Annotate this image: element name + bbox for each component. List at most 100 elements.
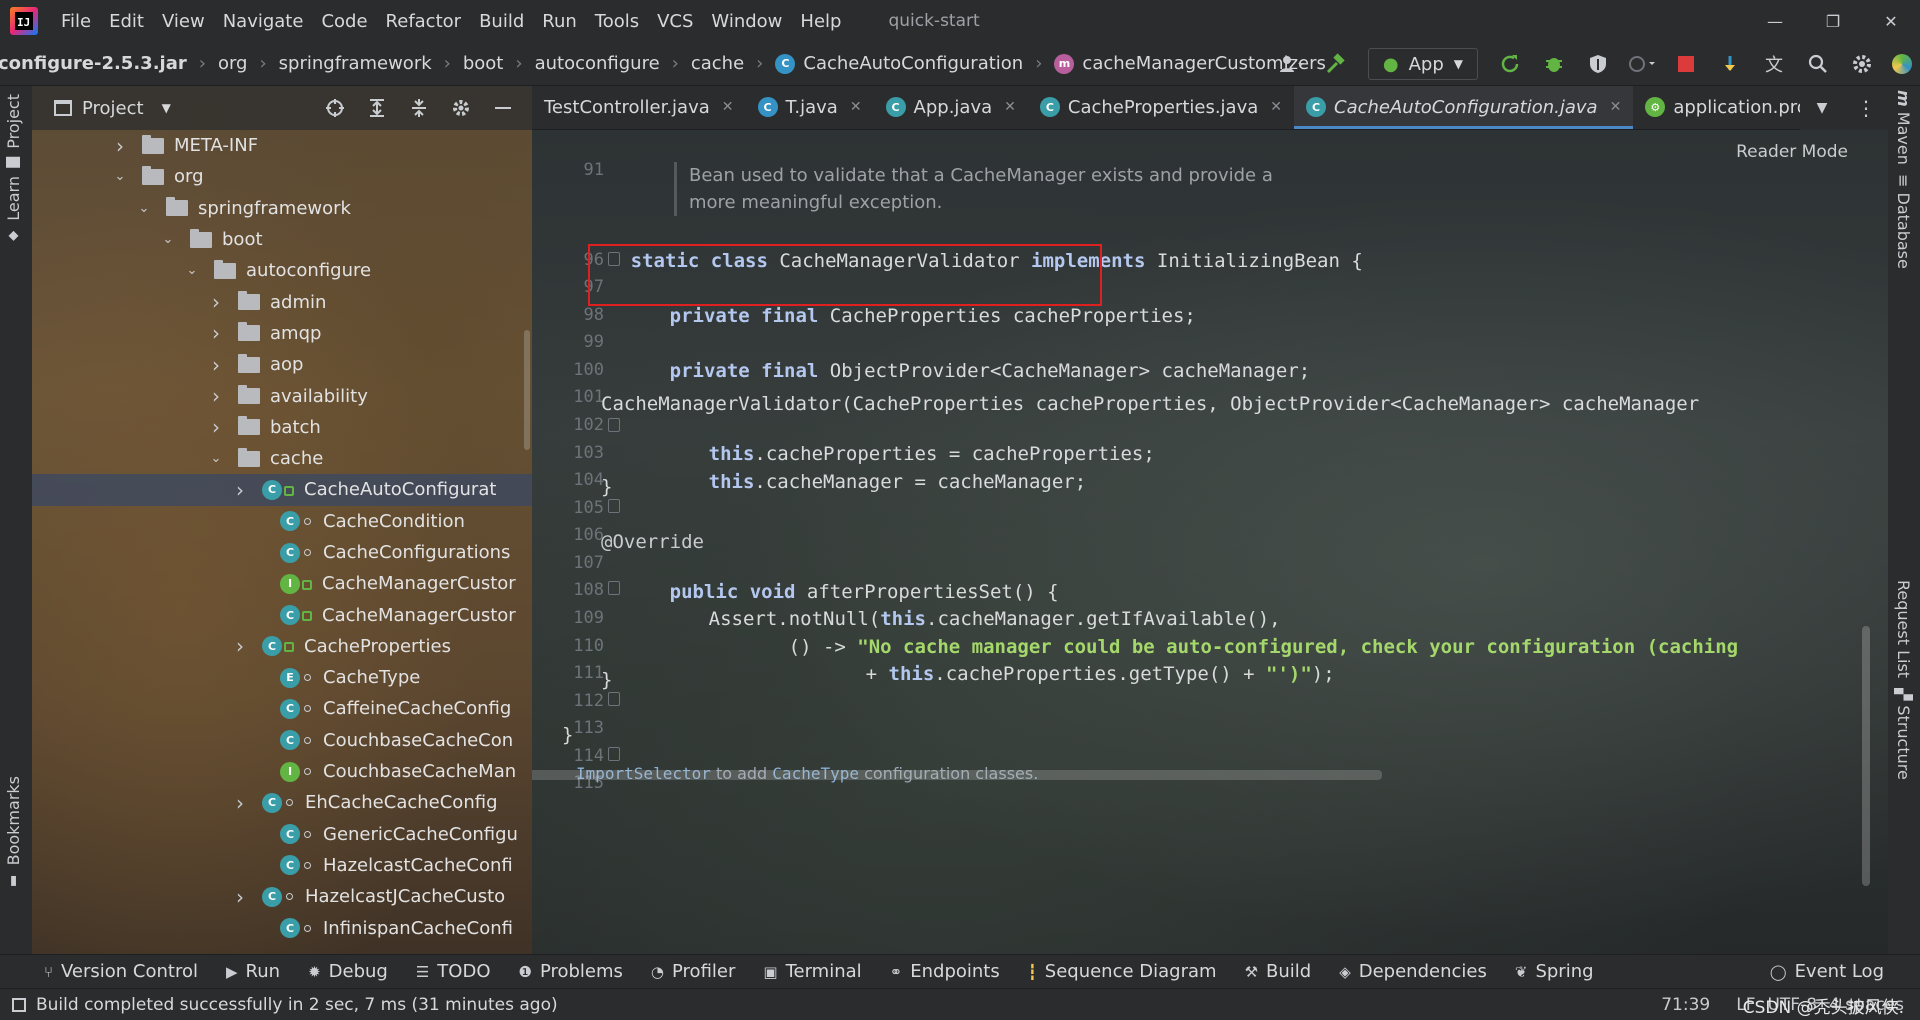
tree-item[interactable]: › availability <box>32 380 532 411</box>
tab-t-java[interactable]: C T.java ✕ <box>746 86 874 129</box>
endpoints-tool[interactable]: ⚭ Endpoints <box>876 961 1014 982</box>
tree-item[interactable]: C CacheCondition <box>32 506 532 537</box>
tree-item[interactable]: C CacheManagerCustor <box>32 599 532 630</box>
chevron-right-icon[interactable]: › <box>208 415 224 439</box>
chevron-right-icon[interactable]: › <box>208 384 224 408</box>
tree-item[interactable]: C CouchbaseCacheCon <box>32 725 532 756</box>
tree-item[interactable]: C HazelcastCacheConfi <box>32 850 532 881</box>
menu-refactor[interactable]: Refactor <box>377 11 471 32</box>
close-window-button[interactable]: ✕ <box>1862 0 1920 42</box>
menu-window[interactable]: Window <box>702 11 791 32</box>
minimize-button[interactable]: — <box>1746 0 1804 42</box>
tree-scrollbar[interactable] <box>524 130 532 954</box>
menu-file[interactable]: File <box>52 11 100 32</box>
tree-item[interactable]: › C CacheAutoConfigurat <box>32 474 532 506</box>
expand-all-icon[interactable] <box>356 86 398 130</box>
learn-tool-tab[interactable]: ◆ Learn <box>4 176 23 244</box>
chevron-right-icon[interactable]: › <box>208 290 224 314</box>
tree-item[interactable]: › admin <box>32 286 532 317</box>
project-tool-tab[interactable]: Project <box>4 94 23 168</box>
build-tool[interactable]: ⚒ Build <box>1231 961 1326 982</box>
close-icon[interactable]: ✕ <box>1610 99 1622 115</box>
tree-item[interactable]: C GenericCacheConfigu <box>32 819 532 850</box>
close-icon[interactable]: ✕ <box>1270 99 1282 115</box>
search-icon[interactable] <box>1796 42 1840 86</box>
breadcrumb-cache[interactable]: cache <box>691 53 744 74</box>
chevron-down-icon[interactable]: ⌄ <box>160 232 176 247</box>
menu-help[interactable]: Help <box>791 11 850 32</box>
tree-item[interactable]: › amqp <box>32 318 532 349</box>
breadcrumb-jar[interactable]: configure-2.5.3.jar <box>0 53 187 74</box>
coverage-shield-icon[interactable] <box>1576 42 1620 86</box>
chevron-down-icon[interactable]: ⌄ <box>208 451 224 466</box>
tree-item[interactable]: I CacheManagerCustor <box>32 568 532 599</box>
tree-item[interactable]: ⌄ cache <box>32 443 532 474</box>
tab-cacheproperties[interactable]: C CacheProperties.java ✕ <box>1028 86 1294 129</box>
tab-app-java[interactable]: C App.java ✕ <box>874 86 1028 129</box>
structure-tool-tab[interactable]: ▞ Structure <box>1894 688 1913 780</box>
tree-item[interactable]: C InfinispanCacheConfi <box>32 912 532 943</box>
git-update-icon[interactable] <box>1708 42 1752 86</box>
maven-tool-tab[interactable]: m Maven <box>1894 90 1913 165</box>
menu-run[interactable]: Run <box>533 11 586 32</box>
tree-item[interactable]: › C HazelcastJCacheCusto <box>32 881 532 912</box>
tree-item[interactable]: I CouchbaseCacheMan <box>32 756 532 787</box>
status-window-icon[interactable] <box>12 997 26 1012</box>
breadcrumb-boot[interactable]: boot <box>463 53 504 74</box>
chevron-down-icon[interactable]: ⌄ <box>112 169 128 184</box>
restore-button[interactable]: ❐ <box>1804 0 1862 42</box>
horizontal-scrollbar[interactable] <box>532 770 1382 780</box>
dependencies-tool[interactable]: ◈ Dependencies <box>1325 961 1501 982</box>
run-config-select[interactable]: ● App ▼ <box>1367 48 1478 80</box>
profiler-icon[interactable] <box>1620 42 1664 86</box>
user-icon[interactable] <box>1270 42 1314 86</box>
tree-item[interactable]: › META-INF <box>32 130 532 161</box>
caret-position[interactable]: 71:39 <box>1661 995 1710 1015</box>
menu-navigate[interactable]: Navigate <box>214 11 313 32</box>
chevron-right-icon[interactable]: › <box>208 321 224 345</box>
translate-icon[interactable]: 文 <box>1752 42 1796 86</box>
spring-tool[interactable]: ❦ Spring <box>1501 961 1608 982</box>
tree-item[interactable]: ⌄ org <box>32 161 532 192</box>
tab-testcontroller[interactable]: TestController.java ✕ <box>532 86 746 129</box>
database-tool-tab[interactable]: ≡ Database <box>1894 174 1913 269</box>
status-message[interactable]: Build completed successfully in 2 sec, 7… <box>36 995 558 1015</box>
tree-item[interactable]: ⌄ boot <box>32 224 532 255</box>
version-control-tool[interactable]: ⑂ Version Control <box>30 961 212 982</box>
panel-settings-gear-icon[interactable] <box>440 86 482 130</box>
collapse-all-icon[interactable] <box>398 86 440 130</box>
locate-target-icon[interactable] <box>314 86 356 130</box>
close-icon[interactable]: ✕ <box>1004 99 1016 115</box>
request-list-tool-tab[interactable]: Request List <box>1894 580 1913 678</box>
debug-bug-icon[interactable] <box>1532 42 1576 86</box>
tree-item[interactable]: E CacheType <box>32 662 532 693</box>
menu-vcs[interactable]: VCS <box>648 11 702 32</box>
chevron-right-icon[interactable]: › <box>232 634 248 658</box>
breadcrumb-class[interactable]: C CacheAutoConfiguration <box>775 53 1023 74</box>
problems-tool[interactable]: ❶ Problems <box>505 961 637 982</box>
tree-item[interactable]: ⌄ autoconfigure <box>32 255 532 286</box>
tree-item[interactable]: › C CacheProperties <box>32 631 532 662</box>
build-hammer-icon[interactable] <box>1314 42 1358 86</box>
stop-icon[interactable] <box>1664 42 1708 86</box>
bookmarks-tool-tab[interactable]: ▮ Bookmarks <box>4 776 23 888</box>
jetbrains-toolbox-icon[interactable] <box>1884 42 1920 86</box>
breadcrumb-org[interactable]: org <box>218 53 248 74</box>
menu-tools[interactable]: Tools <box>586 11 648 32</box>
tab-list-chevron-icon[interactable]: ▼ <box>1800 86 1844 130</box>
todo-tool[interactable]: ☰ TODO <box>402 961 505 982</box>
menu-edit[interactable]: Edit <box>100 11 153 32</box>
close-icon[interactable]: ✕ <box>850 99 862 115</box>
chevron-right-icon[interactable]: › <box>232 791 248 815</box>
hide-panel-icon[interactable] <box>482 86 524 130</box>
reader-mode-toggle[interactable]: Reader Mode <box>1736 142 1848 162</box>
menu-view[interactable]: View <box>153 11 214 32</box>
tree-item[interactable]: › C EhCacheCacheConfig <box>32 787 532 818</box>
chevron-right-icon[interactable]: › <box>232 478 248 502</box>
menu-code[interactable]: Code <box>312 11 376 32</box>
tree-item[interactable]: C CacheConfigurations <box>32 537 532 568</box>
sequence-diagram-tool[interactable]: ┇ Sequence Diagram <box>1014 961 1231 982</box>
chevron-down-icon[interactable]: ⌄ <box>184 263 200 278</box>
rerun-icon[interactable] <box>1488 42 1532 86</box>
project-view-selector[interactable]: Project ▼ <box>54 98 171 119</box>
